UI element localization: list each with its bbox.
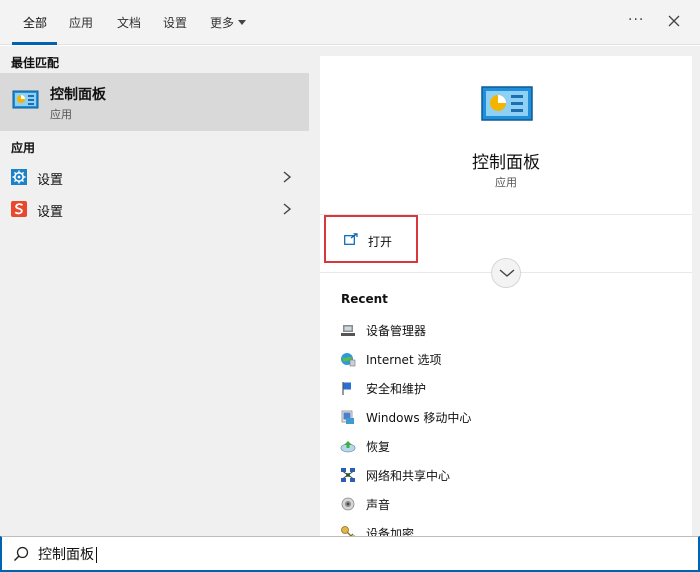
tab-documents[interactable]: 文档 — [117, 14, 141, 32]
tab-more-label: 更多 — [210, 16, 235, 30]
chevron-down-icon — [499, 269, 515, 277]
search-input[interactable]: 控制面板 — [38, 544, 97, 564]
best-match-title: 控制面板 — [50, 87, 106, 103]
recent-item-label: 恢复 — [366, 440, 391, 454]
tab-settings[interactable]: 设置 — [163, 14, 187, 32]
recent-item-label: 安全和维护 — [366, 382, 427, 396]
close-icon[interactable] — [665, 12, 683, 30]
recent-item-label: 网络和共享中心 — [366, 469, 451, 483]
search-scope-tabbar: 全部 应用 文档 设置 更多 ··· — [0, 0, 700, 45]
open-external-icon — [344, 233, 358, 245]
active-tab-indicator — [12, 42, 57, 45]
settings-gear-icon — [11, 169, 27, 185]
text-cursor — [96, 547, 97, 563]
results-list: 最佳匹配 控制面板 应用 应用 设置 设置 — [0, 46, 310, 536]
expand-button[interactable] — [491, 258, 521, 288]
device-manager-icon — [341, 325, 355, 336]
recovery-icon — [340, 441, 356, 453]
search-icon — [13, 546, 29, 562]
detail-subtitle: 应用 — [495, 176, 517, 189]
tab-all[interactable]: 全部 — [23, 14, 47, 32]
sound-icon — [341, 497, 355, 511]
mobility-center-icon — [341, 410, 354, 424]
app-item-settings[interactable]: 设置 — [0, 161, 309, 193]
control-panel-icon — [12, 90, 39, 109]
ellipsis-icon[interactable]: ··· — [628, 12, 644, 28]
app-item-settings-sogou[interactable]: 设置 — [0, 193, 309, 225]
recent-item-label: Windows 移动中心 — [366, 411, 472, 425]
security-flag-icon — [342, 382, 351, 395]
tab-apps[interactable]: 应用 — [69, 14, 93, 32]
chevron-right-icon[interactable] — [282, 170, 292, 184]
apps-heading: 应用 — [11, 141, 36, 155]
best-match-subtitle: 应用 — [50, 108, 72, 121]
chevron-down-icon — [238, 20, 247, 25]
recent-heading: Recent — [341, 292, 388, 306]
tab-more[interactable]: 更多 — [210, 14, 247, 32]
open-label: 打开 — [368, 235, 393, 249]
best-match-heading: 最佳匹配 — [11, 56, 60, 70]
recent-item-label: 设备管理器 — [366, 324, 427, 338]
internet-options-icon — [341, 353, 356, 367]
recent-item-label: Internet 选项 — [366, 353, 442, 367]
network-icon — [341, 468, 355, 482]
best-match-item[interactable]: 控制面板 应用 — [0, 73, 309, 131]
detail-pane: 控制面板 应用 打开 Recent 设备管理器 Internet 选项 安全和维… — [320, 56, 692, 541]
chevron-right-icon[interactable] — [282, 202, 292, 216]
search-input-value: 控制面板 — [38, 547, 94, 563]
app-item-label: 设置 — [37, 205, 64, 220]
recent-item-label: 声音 — [366, 498, 391, 512]
control-panel-icon — [481, 86, 533, 121]
search-box[interactable]: 控制面板 — [0, 536, 700, 572]
app-item-label: 设置 — [37, 173, 64, 188]
detail-title: 控制面板 — [472, 153, 540, 173]
open-action-button[interactable]: 打开 — [324, 215, 418, 263]
sogou-s-icon — [11, 201, 27, 217]
